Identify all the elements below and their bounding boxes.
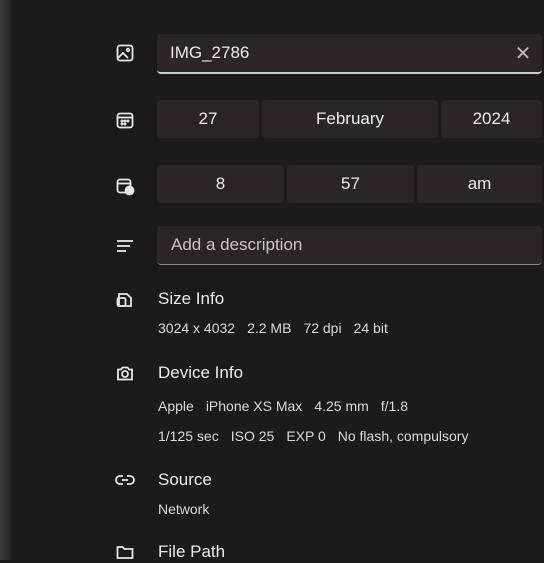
focal-length: 4.25 mm: [314, 398, 369, 414]
image-icon: [114, 42, 136, 64]
size-info-values: 3024 x 4032 2.2 MB 72 dpi 24 bit: [158, 320, 400, 336]
background-edge: [0, 0, 14, 560]
month-selector[interactable]: February: [262, 100, 438, 138]
title-input[interactable]: IMG_2786 ✕: [157, 34, 542, 74]
iso: ISO 25: [230, 428, 275, 444]
exposure-bias: EXP 0: [286, 428, 326, 444]
bitdepth-value: 24 bit: [353, 320, 388, 336]
device-info-line2: 1/125 sec ISO 25 EXP 0 No flash, compuls…: [158, 428, 480, 444]
size-info-title: Size Info: [158, 289, 225, 308]
camera-make: Apple: [158, 398, 194, 414]
title-value: IMG_2786: [170, 43, 250, 62]
description-placeholder: Add a description: [171, 235, 303, 254]
day-selector[interactable]: 27: [157, 100, 259, 138]
camera-model: iPhone XS Max: [205, 398, 303, 414]
clock-icon: [114, 175, 136, 197]
dpi-value: 72 dpi: [303, 320, 342, 336]
ampm-selector[interactable]: am: [417, 165, 542, 203]
file-info-panel: IMG_2786 ✕ 27 February 2024 8 57 am Add …: [14, 0, 544, 561]
source-title: Source: [158, 470, 212, 489]
filesize-value: 2.2 MB: [247, 320, 292, 336]
flash: No flash, compulsory: [337, 428, 469, 444]
size-icon: [114, 289, 136, 311]
source-value: Network: [158, 501, 210, 517]
file-path-title: File Path: [158, 542, 226, 561]
close-icon[interactable]: ✕: [508, 38, 538, 68]
time-picker: 8 57 am: [157, 165, 542, 203]
hour-selector[interactable]: 8: [157, 165, 284, 203]
aperture: f/1.8: [380, 398, 409, 414]
device-info-title: Device Info: [158, 363, 244, 382]
device-info-line1: Apple iPhone XS Max 4.25 mm f/1.8: [158, 398, 420, 414]
camera-icon: [114, 362, 136, 384]
link-icon: [114, 469, 136, 491]
minute-selector[interactable]: 57: [287, 165, 414, 203]
date-picker: 27 February 2024: [157, 100, 542, 138]
exposure-time: 1/125 sec: [158, 428, 219, 444]
calendar-icon: [114, 109, 136, 131]
resolution-value: 3024 x 4032: [158, 320, 236, 336]
description-input[interactable]: Add a description: [157, 226, 542, 265]
year-selector[interactable]: 2024: [441, 100, 542, 138]
description-icon: [114, 235, 136, 257]
